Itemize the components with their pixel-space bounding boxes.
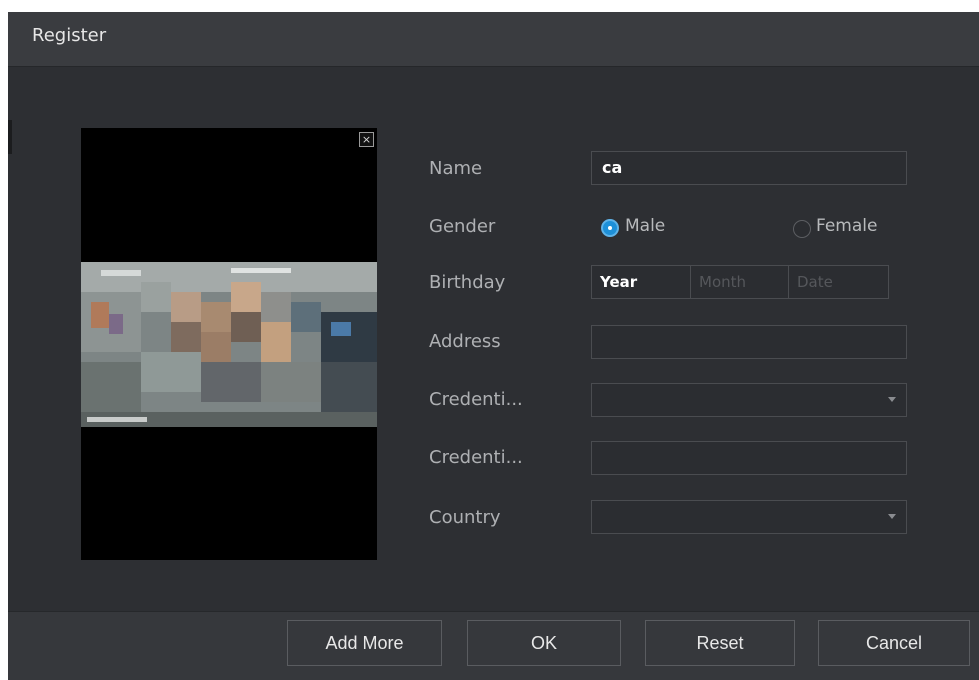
birthday-label: Birthday (429, 272, 506, 293)
credential-number-label: Credenti... (429, 447, 523, 468)
birthday-date-field[interactable]: Date (788, 266, 888, 298)
gender-female-label[interactable]: Female (816, 216, 877, 236)
cancel-button[interactable]: Cancel (818, 620, 970, 666)
face-snapshot-image (81, 262, 377, 427)
gender-male-label[interactable]: Male (625, 216, 665, 236)
gender-female-radio[interactable] (793, 220, 811, 238)
birthday-month-field[interactable]: Month (690, 266, 788, 298)
face-photo-panel: × (81, 128, 377, 560)
country-select[interactable] (591, 500, 907, 534)
side-handle (8, 120, 12, 154)
country-label: Country (429, 507, 501, 528)
gender-label: Gender (429, 216, 496, 237)
birthday-input[interactable]: Year Month Date (591, 265, 889, 299)
dialog-title: Register (32, 25, 107, 46)
ok-button[interactable]: OK (467, 620, 621, 666)
credential-type-select[interactable] (591, 383, 907, 417)
name-input[interactable]: ca (591, 151, 907, 185)
address-input[interactable] (591, 325, 907, 359)
gender-male-radio[interactable] (601, 219, 619, 237)
close-icon[interactable]: × (359, 132, 374, 147)
add-more-button[interactable]: Add More (287, 620, 442, 666)
name-label: Name (429, 158, 483, 179)
address-label: Address (429, 331, 501, 352)
dialog-titlebar: Register (8, 12, 979, 67)
chevron-down-icon (888, 514, 896, 519)
birthday-year-field[interactable]: Year (592, 266, 690, 298)
credential-number-input[interactable] (591, 441, 907, 475)
reset-button[interactable]: Reset (645, 620, 795, 666)
register-dialog: Register × Name ca Gender Male Female Bi… (8, 12, 979, 680)
credential-type-label: Credenti... (429, 389, 523, 410)
chevron-down-icon (888, 397, 896, 402)
